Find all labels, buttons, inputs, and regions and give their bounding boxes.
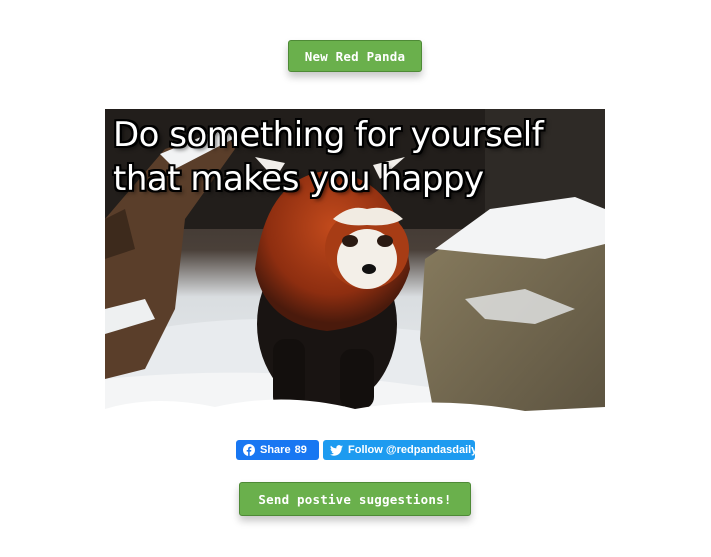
facebook-icon — [243, 444, 255, 456]
quote-line-1: Do something for yourself — [113, 115, 544, 155]
new-red-panda-button[interactable]: New Red Panda — [288, 40, 422, 72]
send-suggestions-button[interactable]: Send postive suggestions! — [239, 482, 471, 516]
image-quote: Do something for yourself that makes you… — [113, 113, 601, 201]
twitter-follow-button[interactable]: Follow @redpandasdaily — [323, 440, 478, 460]
share-label: Share — [260, 444, 291, 456]
facebook-share-button[interactable]: Share 89 — [236, 440, 319, 460]
share-count: 89 — [294, 444, 307, 456]
twitter-bird-icon — [330, 444, 343, 456]
red-panda-image: Do something for yourself that makes you… — [105, 109, 605, 422]
page: New Red Panda Do something for yourself … — [0, 0, 711, 557]
follow-label: Follow @redpandasdaily — [348, 444, 478, 456]
quote-line-2: that makes you happy — [113, 159, 484, 199]
